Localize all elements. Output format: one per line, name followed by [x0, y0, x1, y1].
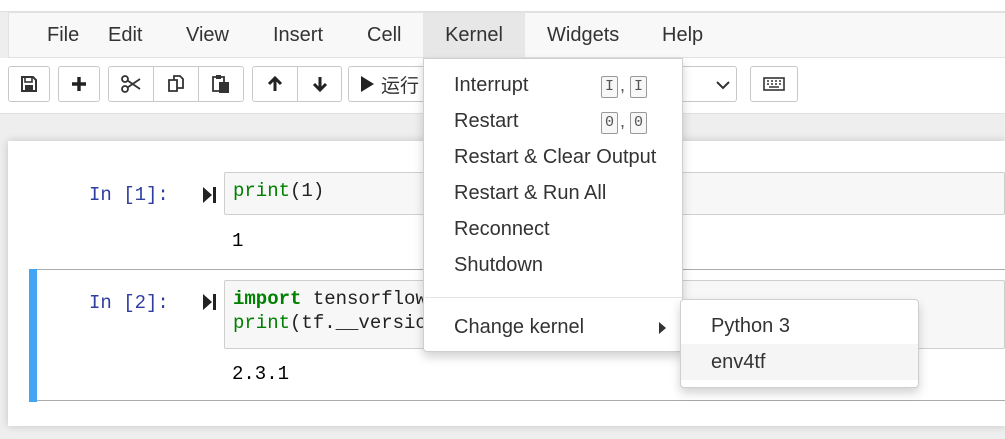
caret-right-icon — [659, 322, 666, 334]
cell-prompt: In [2]: — [89, 292, 169, 314]
keyboard-icon — [763, 77, 785, 91]
menu-edit[interactable]: Edit — [86, 13, 164, 57]
kernel-option-python3[interactable]: Python 3 — [681, 308, 918, 344]
shortcut-key: 0 — [630, 112, 647, 134]
menu-widgets[interactable]: Widgets — [525, 13, 641, 57]
chevron-down-icon — [716, 81, 730, 90]
code-keyword: import — [233, 288, 302, 310]
save-icon — [21, 76, 37, 92]
clipboard-button-group — [108, 66, 244, 102]
cell-type-select[interactable] — [675, 66, 737, 102]
move-button-group — [252, 66, 342, 102]
cell-output: 1 — [232, 230, 244, 252]
cut-button[interactable] — [109, 67, 154, 101]
paste-button[interactable] — [199, 67, 243, 101]
code-builtin: print — [233, 312, 291, 334]
command-palette-button[interactable] — [750, 66, 798, 102]
copy-button[interactable] — [154, 67, 199, 101]
code-builtin: print — [233, 180, 291, 202]
code-text: tensorflow — [301, 288, 427, 310]
notebook-header-strip — [0, 0, 1005, 12]
kernel-dropdown-menu: Interrupt I , I Restart 0 , 0 Restart & … — [423, 58, 683, 352]
code-text: (1) — [290, 180, 325, 202]
menu-cell[interactable]: Cell — [345, 13, 423, 57]
copy-icon — [168, 75, 184, 92]
kernel-option-env4tf[interactable]: env4tf — [681, 344, 918, 380]
change-kernel-submenu: Python 3 env4tf — [680, 299, 919, 388]
run-button-label: 运行 — [381, 75, 420, 97]
menu-item-label: Restart — [454, 110, 519, 132]
menu-item-reconnect[interactable]: Reconnect — [424, 211, 682, 247]
shortcut-separator: , — [620, 75, 626, 95]
run-button[interactable]: 运行 — [348, 66, 428, 102]
menu-bar: File Edit View Insert Cell Kernel Widget… — [8, 12, 1005, 58]
menu-item-restart[interactable]: Restart 0 , 0 — [424, 103, 682, 139]
paste-icon — [212, 75, 229, 93]
move-down-button[interactable] — [298, 67, 341, 101]
menu-item-label: Change kernel — [454, 316, 585, 338]
menu-help[interactable]: Help — [640, 13, 725, 57]
menu-item-interrupt[interactable]: Interrupt I , I — [424, 67, 682, 103]
plus-icon — [72, 77, 86, 91]
play-icon — [361, 76, 374, 92]
arrow-up-icon — [267, 75, 283, 91]
menu-item-restart-clear-output[interactable]: Restart & Clear Output — [424, 139, 682, 175]
scissors-icon — [121, 75, 141, 93]
menu-insert[interactable]: Insert — [251, 13, 345, 57]
menu-view[interactable]: View — [164, 13, 251, 57]
menu-item-shutdown[interactable]: Shutdown — [424, 247, 682, 283]
run-cell-icon[interactable] — [202, 186, 218, 204]
selected-cell-indicator — [29, 269, 37, 402]
move-up-button[interactable] — [253, 67, 298, 101]
shortcut-key: 0 — [601, 112, 618, 134]
menu-kernel[interactable]: Kernel — [423, 13, 525, 57]
cell-output: 2.3.1 — [232, 363, 290, 385]
menu-divider — [425, 297, 682, 298]
run-cell-icon[interactable] — [202, 293, 218, 311]
shortcut-key: I — [601, 76, 618, 98]
cell-prompt: In [1]: — [89, 184, 169, 206]
shortcut-separator: , — [620, 111, 626, 131]
save-button[interactable] — [8, 66, 50, 102]
menu-item-change-kernel[interactable]: Change kernel — [424, 309, 682, 345]
insert-cell-button[interactable] — [58, 66, 100, 102]
shortcut-key: I — [630, 76, 647, 98]
arrow-down-icon — [312, 77, 327, 93]
menu-item-label: Interrupt — [454, 74, 529, 96]
menu-item-restart-run-all[interactable]: Restart & Run All — [424, 175, 682, 211]
